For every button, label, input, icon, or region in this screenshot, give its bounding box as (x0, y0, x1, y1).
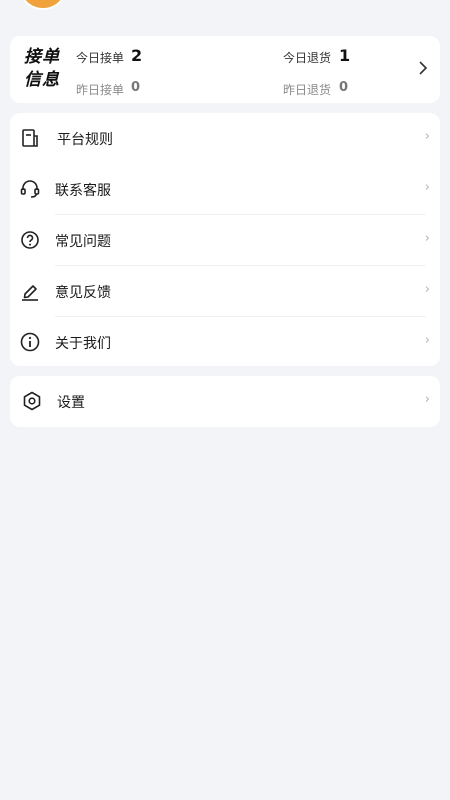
chevron-right-icon: › (424, 129, 430, 144)
order-info-brand: 接单 信息 (24, 46, 60, 92)
menu-item-contact-support[interactable]: 联系客服 › (10, 164, 440, 215)
today-returns-label: 今日退货 (283, 51, 332, 65)
menu-item-label: 关于我们 (55, 336, 111, 352)
info-circle-icon (19, 331, 41, 353)
yesterday-orders-value: 0 (131, 80, 141, 95)
profile-page: 接单 信息 今日接单 2 昨日接单 0 今日退货 1 昨日退货 0 平台规则 › (0, 0, 450, 800)
menu-item-about-us[interactable]: 关于我们 › (10, 317, 440, 368)
today-orders-label: 今日接单 (76, 51, 125, 65)
menu-card: 平台规则 › 联系客服 › 常见问题 › 意见反馈 › 关于我们 › (10, 113, 440, 366)
question-circle-icon (19, 229, 41, 251)
menu-item-label: 平台规则 (57, 132, 113, 148)
menu-item-feedback[interactable]: 意见反馈 › (10, 266, 440, 317)
avatar[interactable] (18, 0, 68, 10)
edit-pen-icon (19, 280, 41, 302)
menu-item-faq[interactable]: 常见问题 › (10, 215, 440, 266)
menu-item-label: 联系客服 (55, 183, 111, 199)
chevron-right-icon: › (424, 392, 430, 407)
chevron-right-icon[interactable] (418, 60, 428, 80)
yesterday-orders-label: 昨日接单 (76, 83, 125, 97)
menu-item-platform-rules[interactable]: 平台规则 › (10, 113, 440, 164)
yesterday-returns-value: 0 (339, 80, 349, 95)
order-info-brand-line2: 信息 (24, 70, 60, 90)
menu-item-label: 意见反馈 (55, 285, 111, 301)
menu-item-label: 设置 (57, 395, 85, 411)
document-icon (19, 127, 41, 149)
order-info-card[interactable]: 接单 信息 今日接单 2 昨日接单 0 今日退货 1 昨日退货 0 (10, 36, 440, 103)
settings-card: 设置 › (10, 376, 440, 427)
today-orders-value: 2 (131, 46, 143, 65)
headset-icon (19, 178, 41, 200)
chevron-right-icon: › (424, 333, 430, 348)
order-info-brand-line1: 接单 (24, 47, 60, 67)
yesterday-returns-label: 昨日退货 (283, 83, 332, 97)
hexagon-settings-icon (21, 390, 43, 412)
menu-item-settings[interactable]: 设置 › (10, 376, 440, 427)
chevron-right-icon: › (424, 180, 430, 195)
chevron-right-icon: › (424, 282, 430, 297)
today-returns-value: 1 (339, 46, 351, 65)
menu-item-label: 常见问题 (55, 234, 111, 250)
chevron-right-icon: › (424, 231, 430, 246)
